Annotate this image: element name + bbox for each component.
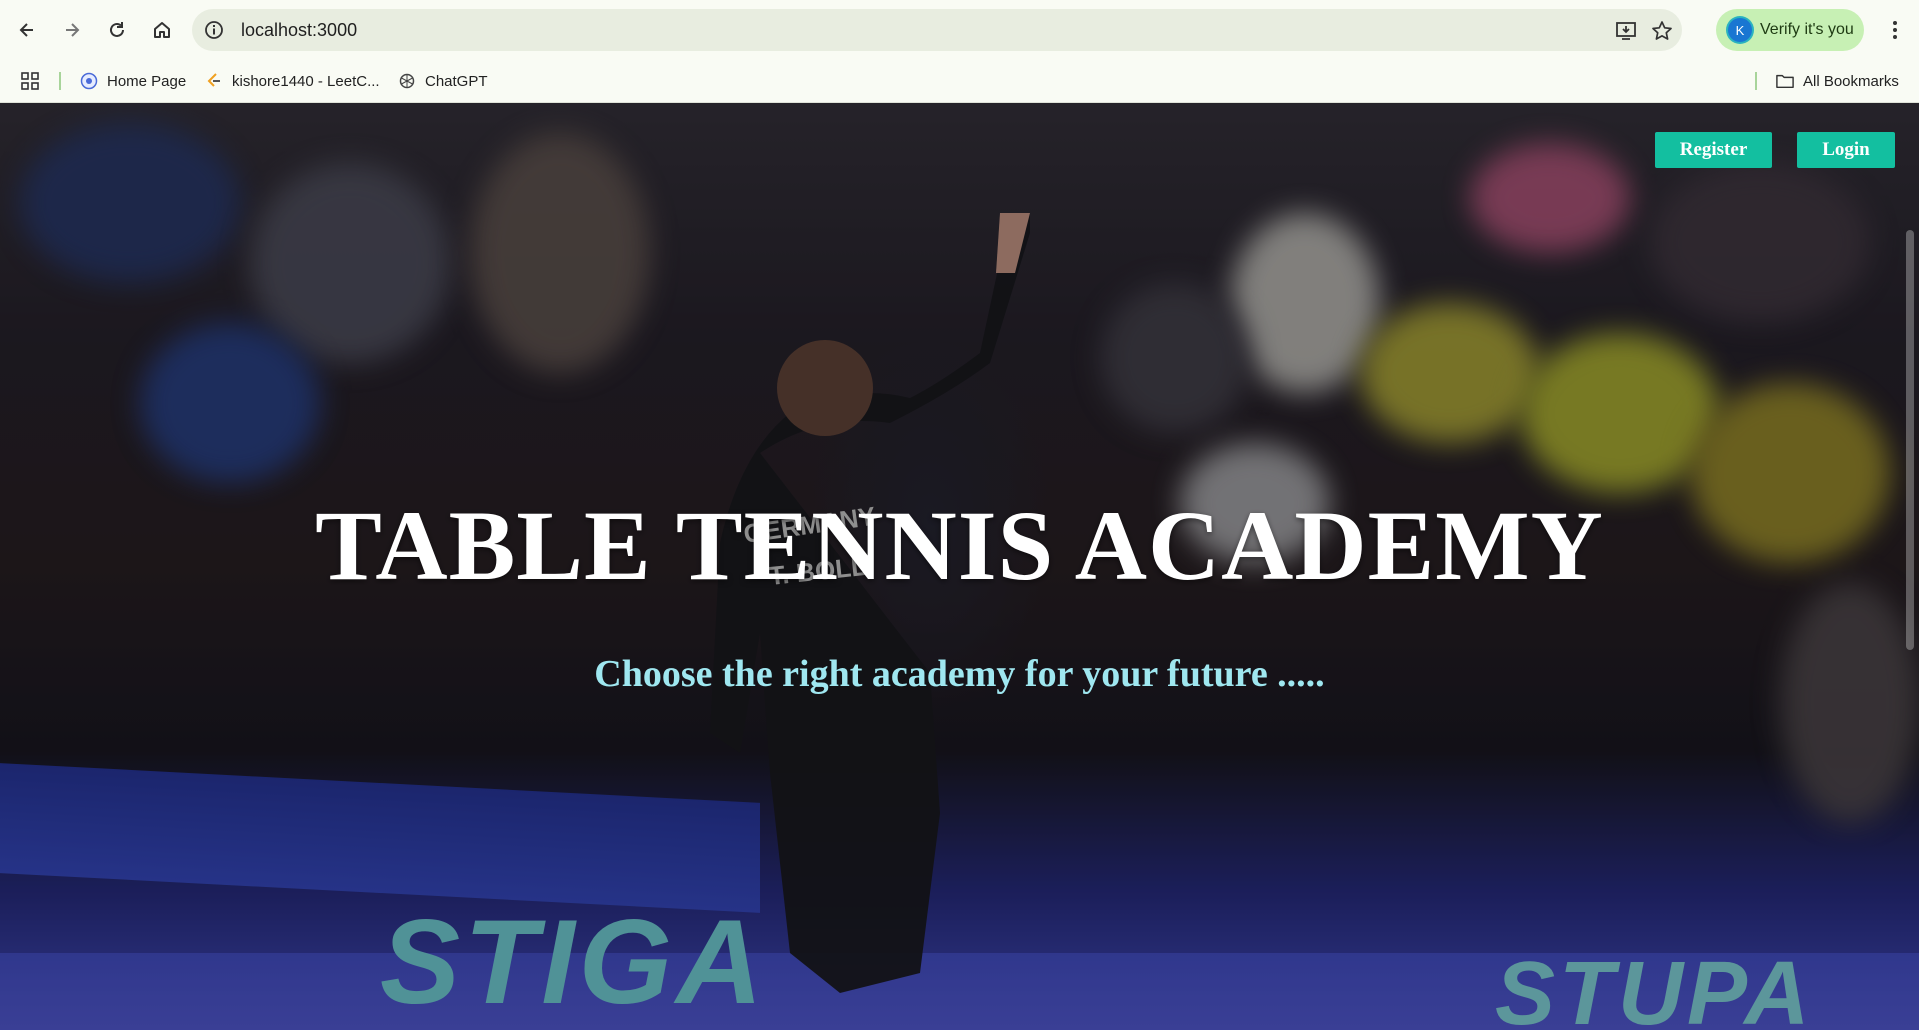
forward-arrow-icon <box>66 23 80 37</box>
bookmark-leetcode[interactable]: kishore1440 - LeetC... <box>205 60 380 102</box>
verify-label: Verify it's you <box>1760 21 1854 38</box>
leetcode-icon <box>205 72 223 90</box>
bookmark-label: kishore1440 - LeetC... <box>232 72 380 90</box>
install-app-icon[interactable] <box>1614 19 1638 43</box>
browser-menu-icon[interactable] <box>1880 14 1910 46</box>
register-button[interactable]: Register <box>1655 132 1772 168</box>
all-bookmarks-label: All Bookmarks <box>1803 72 1899 90</box>
back-arrow-icon <box>19 23 33 37</box>
page-title: TABLE TENNIS ACADEMY <box>315 490 1604 601</box>
bookmark-home-page[interactable]: Home Page <box>80 60 186 102</box>
back-button[interactable] <box>9 12 45 48</box>
chatgpt-icon <box>398 72 416 90</box>
avatar: K <box>1728 18 1752 42</box>
globe-icon <box>80 72 98 90</box>
reload-button[interactable] <box>99 12 135 48</box>
page-subtitle: Choose the right academy for your future… <box>594 653 1325 695</box>
apps-grid-icon[interactable] <box>20 60 40 102</box>
folder-icon <box>1776 72 1794 90</box>
bookmarks-divider <box>59 72 61 90</box>
all-bookmarks[interactable]: All Bookmarks <box>1776 60 1899 102</box>
site-info-icon[interactable] <box>203 19 225 41</box>
bookmarks-bar: Home Page kishore1440 - LeetC... ChatGPT… <box>0 60 1919 103</box>
verify-profile-chip[interactable]: K Verify it's you <box>1716 9 1864 51</box>
bookmark-star-icon[interactable] <box>1650 19 1674 43</box>
url-text: localhost:3000 <box>241 20 358 40</box>
forward-button[interactable] <box>54 12 90 48</box>
bookmark-chatgpt[interactable]: ChatGPT <box>398 60 488 102</box>
reload-icon <box>110 22 124 37</box>
browser-toolbar: localhost:3000 K Verify it's you <box>0 0 1919 60</box>
bookmark-label: Home Page <box>107 72 187 90</box>
scrollbar[interactable] <box>1906 230 1914 650</box>
bookmark-label: ChatGPT <box>425 72 488 90</box>
home-icon <box>154 22 170 38</box>
bookmarks-divider <box>1755 72 1757 90</box>
home-button[interactable] <box>144 12 180 48</box>
login-button[interactable]: Login <box>1797 132 1895 168</box>
address-bar[interactable]: localhost:3000 <box>192 9 1682 51</box>
